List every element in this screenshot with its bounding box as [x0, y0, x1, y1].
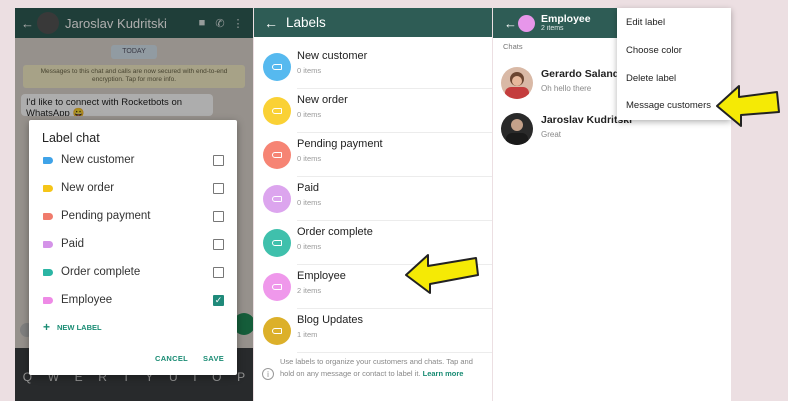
menu-item-message-customers[interactable]: Message customers [626, 100, 711, 111]
label-color-icon [263, 273, 291, 301]
contact-avatar[interactable] [501, 67, 533, 99]
label-tag-icon [43, 212, 53, 220]
label-tag-icon [43, 296, 53, 304]
label-checkbox[interactable] [213, 154, 224, 166]
label-tag-icon [272, 240, 282, 246]
menu-item-delete-label[interactable]: Delete label [626, 73, 676, 84]
learn-more-link[interactable]: Learn more [423, 369, 464, 378]
label-count: 0 items [297, 242, 322, 251]
label-name: Employee [297, 270, 346, 282]
label-color-icon [263, 97, 291, 125]
dialog-title: Label chat [42, 131, 100, 145]
label-list-item[interactable]: New order 0 items [254, 89, 492, 133]
new-label-button[interactable]: + NEW LABEL [43, 320, 102, 334]
labels-screen: ← Labels New customer 0 items New order 0 i… [254, 8, 492, 401]
label-tag-icon [43, 240, 53, 248]
label-subtitle: 2 items [541, 25, 564, 32]
chat-contact-name: Gerardo Salandra [541, 68, 630, 80]
label-name: Blog Updates [297, 314, 364, 326]
label-count: 2 items [297, 286, 322, 295]
overflow-menu: Edit label Choose color Delete label Mes… [617, 8, 731, 120]
label-option[interactable]: Order complete [43, 262, 229, 282]
label-tag-icon [272, 196, 282, 202]
label-option-name: Paid [61, 238, 85, 250]
menu-item-choose-color[interactable]: Choose color [626, 45, 682, 56]
footer-text: Use labels to organize your customers an… [280, 356, 488, 380]
label-count: 0 items [297, 66, 322, 75]
label-name: Pending payment [297, 138, 383, 150]
label-tag-icon [272, 328, 282, 334]
label-color-icon [518, 14, 535, 32]
labels-header: ← Labels [254, 8, 492, 37]
menu-item-edit-label[interactable]: Edit label [626, 17, 665, 28]
avatar-photo-icon [501, 67, 533, 99]
label-tag-icon [43, 268, 53, 276]
label-option[interactable]: New customer [43, 150, 229, 170]
info-icon: i [262, 368, 274, 380]
label-checkbox[interactable] [213, 182, 224, 194]
label-option-name: New order [61, 182, 115, 194]
label-list-item[interactable]: New customer 0 items [254, 45, 492, 89]
labels-title: Labels [286, 15, 326, 30]
label-option-name: Pending payment [61, 210, 151, 222]
label-list-item[interactable]: Blog Updates 1 item [254, 309, 492, 353]
yellow-arrow-icon [405, 254, 479, 294]
yellow-arrow-icon [716, 85, 780, 127]
label-count: 0 items [297, 110, 322, 119]
label-option-name: Order complete [61, 266, 141, 278]
cancel-button[interactable]: CANCEL [155, 354, 188, 363]
label-tag-icon [272, 284, 282, 290]
label-count: 0 items [297, 198, 322, 207]
label-name: Paid [297, 182, 320, 194]
label-name: Order complete [297, 226, 373, 238]
back-arrow-icon[interactable]: ← [493, 16, 518, 31]
label-name: New order [297, 94, 348, 106]
label-count: 0 items [297, 154, 322, 163]
label-checkbox-checked[interactable]: ✓ [213, 294, 224, 306]
label-checkbox[interactable] [213, 238, 224, 250]
label-list-item[interactable]: Pending payment 0 items [254, 133, 492, 177]
label-chat-dialog: Label chat New customer New order Pendin… [29, 120, 237, 375]
label-color-icon [263, 185, 291, 213]
label-checkbox[interactable] [213, 210, 224, 222]
contact-avatar[interactable] [501, 113, 533, 145]
label-option[interactable]: Pending payment [43, 206, 229, 226]
label-option[interactable]: Employee ✓ [43, 290, 229, 310]
header-text: Employee 2 items [541, 12, 591, 32]
label-option-name: New customer [61, 154, 135, 166]
new-label-text: NEW LABEL [57, 322, 102, 332]
avatar-photo-icon [501, 113, 533, 145]
save-button[interactable]: SAVE [203, 354, 224, 363]
label-color-icon [263, 141, 291, 169]
plus-icon: + [43, 320, 51, 334]
label-tag-icon [272, 108, 282, 114]
label-tag-icon [272, 64, 282, 70]
label-tag-icon [272, 152, 282, 158]
label-color-icon [263, 53, 291, 81]
divider [297, 352, 492, 353]
label-color-icon [263, 229, 291, 257]
label-tag-icon [43, 184, 53, 192]
chat-last-message: Oh hello there [541, 84, 592, 93]
label-title: Employee [541, 12, 591, 25]
label-option[interactable]: Paid [43, 234, 229, 254]
back-arrow-icon[interactable]: ← [254, 15, 286, 31]
label-option[interactable]: New order [43, 178, 229, 198]
label-color-icon [263, 317, 291, 345]
label-option-name: Employee [61, 294, 113, 306]
labels-footer: i Use labels to organize your customers … [262, 356, 488, 380]
label-list-item[interactable]: Paid 0 items [254, 177, 492, 221]
label-tag-icon [43, 156, 53, 164]
label-name: New customer [297, 50, 368, 62]
label-checkbox[interactable] [213, 266, 224, 278]
label-count: 1 item [297, 330, 318, 339]
chat-last-message: Great [541, 130, 562, 139]
